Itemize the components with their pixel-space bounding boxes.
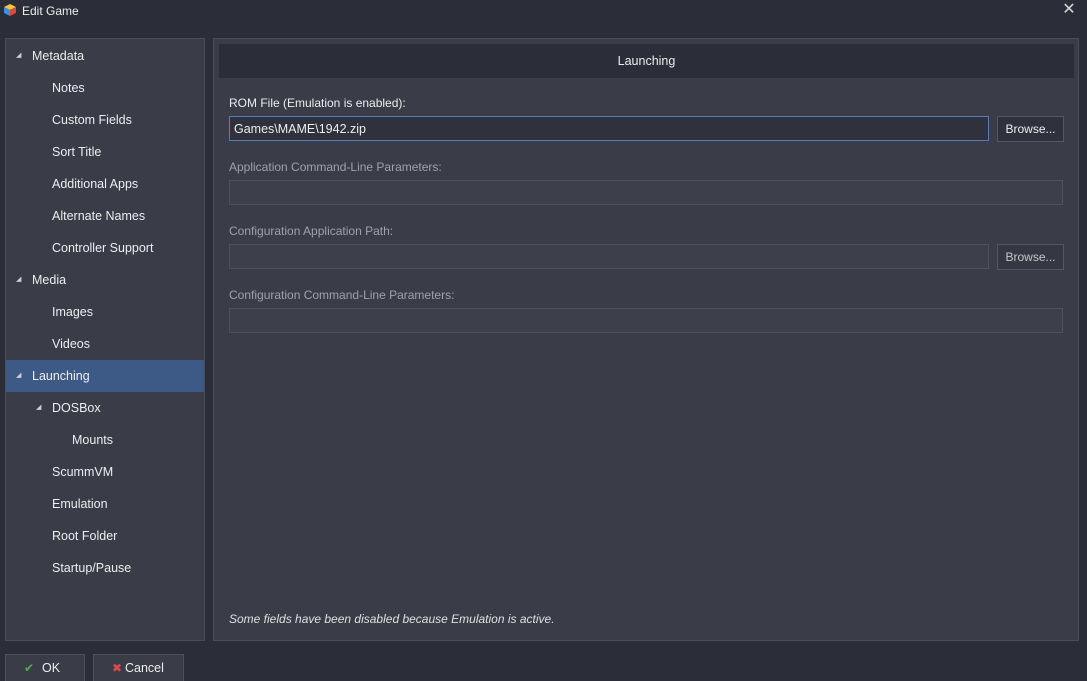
sidebar-item-label: ScummVM bbox=[52, 465, 114, 479]
sidebar-item-label: Custom Fields bbox=[52, 113, 132, 127]
sidebar-item-media[interactable]: ◢ Media bbox=[6, 264, 204, 296]
sidebar-item-controller-support[interactable]: Controller Support bbox=[6, 232, 204, 264]
ok-button-label: OK bbox=[42, 661, 61, 675]
sidebar-item-additional-apps[interactable]: Additional Apps bbox=[6, 168, 204, 200]
sidebar-item-label: DOSBox bbox=[52, 401, 101, 415]
sidebar-item-label: Videos bbox=[52, 337, 90, 351]
sidebar-item-dosbox[interactable]: ◢ DOSBox bbox=[6, 392, 204, 424]
sidebar-item-label: Controller Support bbox=[52, 241, 154, 255]
sidebar-item-label: Metadata bbox=[32, 49, 85, 63]
sidebar-item-mounts[interactable]: Mounts bbox=[6, 424, 204, 456]
launching-panel: Launching ROM File (Emulation is enabled… bbox=[213, 38, 1079, 641]
sidebar-tree: ◢ Metadata Notes Custom Fields Sort Titl… bbox=[5, 38, 205, 641]
cancel-button[interactable]: ✖ Cancel bbox=[93, 654, 184, 681]
sidebar-item-alternate-names[interactable]: Alternate Names bbox=[6, 200, 204, 232]
sidebar-item-label: Emulation bbox=[52, 497, 108, 511]
sidebar-item-label: Additional Apps bbox=[52, 177, 139, 191]
ok-button[interactable]: ✔ OK bbox=[5, 654, 85, 681]
rom-file-input[interactable] bbox=[229, 116, 989, 141]
cancel-x-icon: ✖ bbox=[112, 661, 123, 675]
sidebar-item-scummvm[interactable]: ScummVM bbox=[6, 456, 204, 488]
expand-arrow-icon[interactable]: ◢ bbox=[16, 40, 24, 72]
sidebar-item-label: Mounts bbox=[72, 433, 113, 447]
window-title: Edit Game bbox=[22, 4, 79, 18]
sidebar-item-sort-title[interactable]: Sort Title bbox=[6, 136, 204, 168]
app-params-label: Application Command-Line Parameters: bbox=[229, 160, 442, 174]
sidebar-item-launching[interactable]: ◢ Launching bbox=[6, 360, 204, 392]
config-params-label: Configuration Command-Line Parameters: bbox=[229, 288, 455, 302]
sidebar-item-notes[interactable]: Notes bbox=[6, 72, 204, 104]
config-path-input[interactable] bbox=[229, 244, 989, 269]
sidebar-item-label: Notes bbox=[52, 81, 85, 95]
sidebar-item-label: Alternate Names bbox=[52, 209, 146, 223]
sidebar-item-videos[interactable]: Videos bbox=[6, 328, 204, 360]
sidebar-item-label: Sort Title bbox=[52, 145, 102, 159]
sidebar-item-emulation[interactable]: Emulation bbox=[6, 488, 204, 520]
sidebar-item-custom-fields[interactable]: Custom Fields bbox=[6, 104, 204, 136]
section-header: Launching bbox=[219, 44, 1074, 78]
config-path-label: Configuration Application Path: bbox=[229, 224, 394, 238]
rom-file-label: ROM File (Emulation is enabled): bbox=[229, 96, 406, 110]
sidebar-item-images[interactable]: Images bbox=[6, 296, 204, 328]
sidebar-item-label: Startup/Pause bbox=[52, 561, 132, 575]
checkmark-icon: ✔ bbox=[24, 661, 35, 675]
expand-arrow-icon[interactable]: ◢ bbox=[36, 392, 44, 424]
rom-browse-button[interactable]: Browse... bbox=[997, 116, 1064, 142]
sidebar-item-label: Launching bbox=[32, 369, 90, 383]
title-bar: Edit Game ✕ bbox=[0, 0, 1087, 22]
close-icon[interactable]: ✕ bbox=[1060, 2, 1078, 20]
launchbox-cube-icon bbox=[4, 4, 16, 16]
app-params-input[interactable] bbox=[229, 180, 1063, 205]
sidebar-item-root-folder[interactable]: Root Folder bbox=[6, 520, 204, 552]
sidebar-item-label: Root Folder bbox=[52, 529, 118, 543]
config-params-input[interactable] bbox=[229, 308, 1063, 333]
expand-arrow-icon[interactable]: ◢ bbox=[16, 264, 24, 296]
cancel-button-label: Cancel bbox=[125, 661, 164, 675]
sidebar-item-label: Media bbox=[32, 273, 67, 287]
sidebar-item-metadata[interactable]: ◢ Metadata bbox=[6, 40, 204, 72]
sidebar-item-startup-pause[interactable]: Startup/Pause bbox=[6, 552, 204, 584]
config-browse-button[interactable]: Browse... bbox=[997, 244, 1064, 270]
disabled-fields-note: Some fields have been disabled because E… bbox=[229, 612, 555, 626]
expand-arrow-icon[interactable]: ◢ bbox=[16, 360, 24, 392]
sidebar-item-label: Images bbox=[52, 305, 93, 319]
